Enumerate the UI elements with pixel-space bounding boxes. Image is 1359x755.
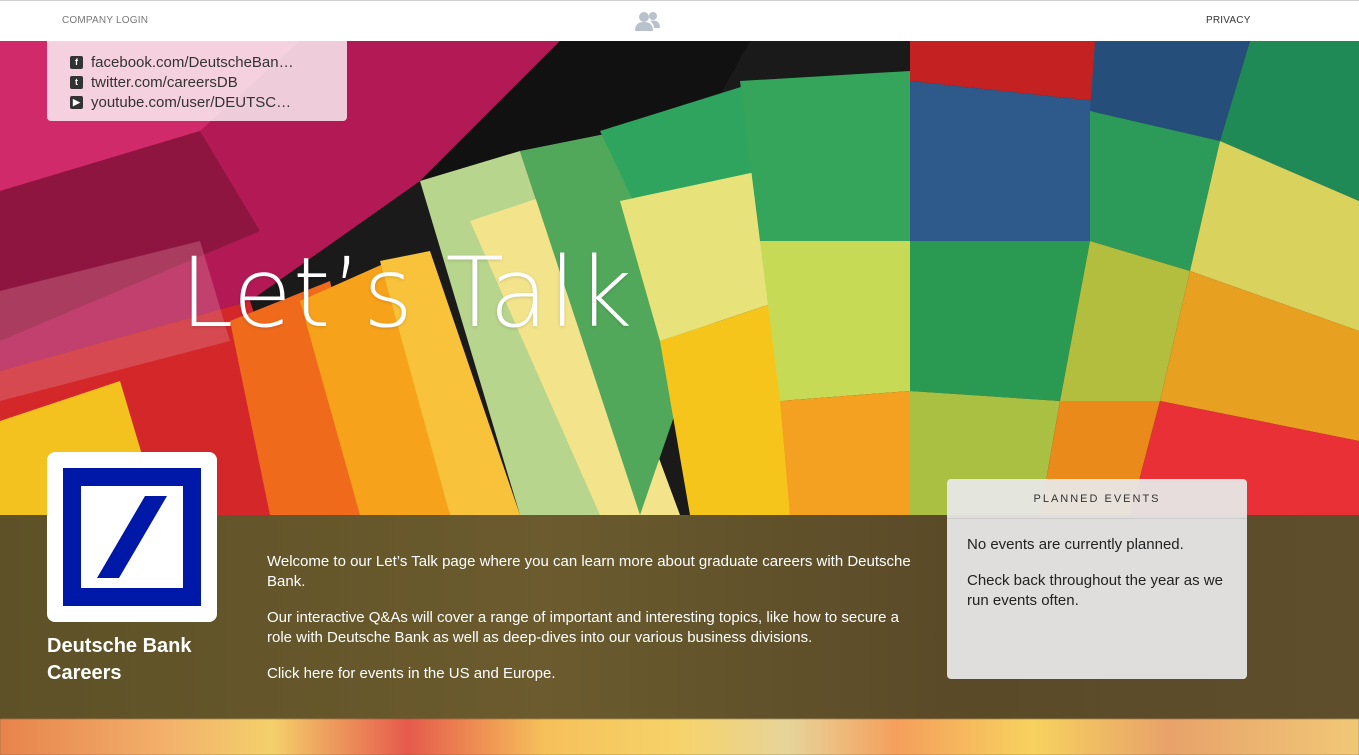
users-icon: [635, 11, 661, 33]
privacy-link[interactable]: PRIVACY: [1206, 15, 1251, 26]
facebook-icon: f: [70, 55, 83, 69]
planned-events-panel: PLANNED EVENTS No events are currently p…: [947, 479, 1247, 679]
intro-paragraph-1: Welcome to our Let’s Talk page where you…: [267, 553, 911, 590]
intro-paragraph-2: Our interactive Q&As will cover a range …: [267, 609, 899, 646]
top-navigation-bar: COMPANY LOGIN PRIVACY: [0, 0, 1359, 41]
events-status-text: No events are currently planned.: [967, 536, 1184, 553]
events-note-text: Check back throughout the year as we run…: [967, 572, 1223, 609]
social-link-label[interactable]: facebook.com/DeutscheBan…: [91, 54, 294, 71]
company-name: Deutsche Bank Careers: [47, 635, 192, 684]
logo-frame: [63, 468, 201, 606]
events-us-europe-link[interactable]: Click here for events in the US and Euro…: [267, 664, 917, 684]
twitter-icon: t: [70, 75, 83, 89]
logo-slash-icon: [97, 496, 167, 578]
social-link-twitter[interactable]: t twitter.com/careersDB: [70, 72, 347, 92]
hero-title: Let’s Talk: [180, 237, 634, 349]
social-link-label[interactable]: twitter.com/careersDB: [91, 74, 238, 91]
youtube-icon: ▶: [70, 95, 83, 109]
company-login-link[interactable]: COMPANY LOGIN: [62, 15, 148, 26]
social-links-box: f facebook.com/DeutscheBan… t twitter.co…: [47, 41, 347, 121]
deutsche-bank-logo: [47, 452, 217, 622]
social-link-label[interactable]: youtube.com/user/DEUTSC…: [91, 94, 291, 111]
planned-events-heading: PLANNED EVENTS: [947, 479, 1247, 519]
intro-text: Welcome to our Let’s Talk page where you…: [267, 552, 917, 700]
footer-strip: [0, 719, 1359, 755]
social-link-facebook[interactable]: f facebook.com/DeutscheBan…: [70, 52, 347, 72]
social-link-youtube[interactable]: ▶ youtube.com/user/DEUTSC…: [70, 92, 347, 112]
